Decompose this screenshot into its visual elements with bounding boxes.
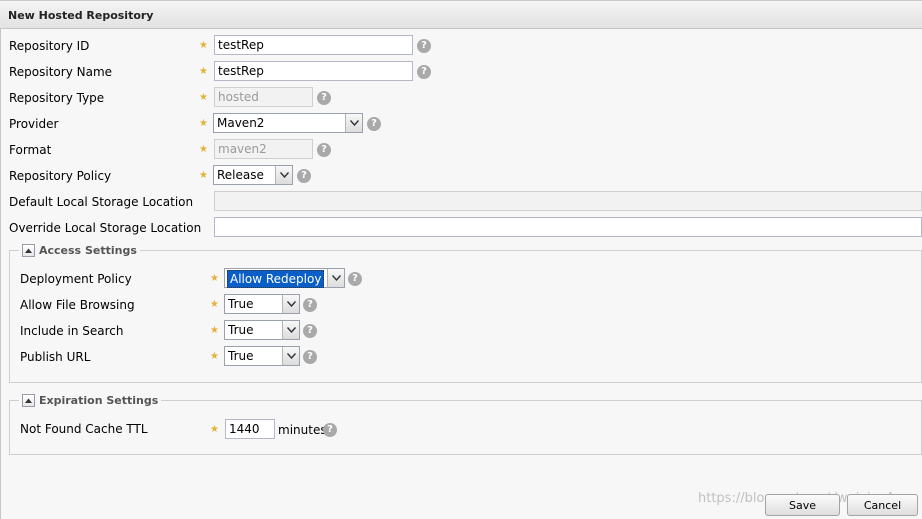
collapse-arrow-icon[interactable]: [22, 243, 35, 257]
format-label: Format: [9, 143, 52, 157]
access-settings-legend[interactable]: Access Settings: [19, 242, 140, 258]
chevron-down-icon[interactable]: [282, 347, 299, 365]
provider-select[interactable]: Maven2: [213, 113, 363, 133]
required-star-icon: ★: [210, 424, 219, 435]
cancel-button[interactable]: Cancel: [847, 494, 918, 516]
allow-file-browsing-select[interactable]: True: [224, 294, 300, 314]
deployment-policy-label: Deployment Policy: [20, 272, 132, 286]
required-star-icon: ★: [199, 92, 208, 103]
deployment-policy-value: Allow Redeploy: [227, 270, 325, 288]
question-mark-icon[interactable]: ?: [348, 272, 362, 286]
repository-id-input[interactable]: [214, 35, 413, 55]
question-mark-icon[interactable]: ?: [303, 298, 317, 312]
override-storage-input[interactable]: [214, 217, 922, 237]
chevron-down-icon[interactable]: [345, 114, 362, 132]
required-star-icon: ★: [199, 118, 208, 129]
minutes-unit-label: minutes: [278, 423, 327, 437]
default-storage-label: Default Local Storage Location: [9, 195, 194, 209]
override-storage-label: Override Local Storage Location: [9, 221, 202, 235]
required-star-icon: ★: [210, 325, 219, 336]
expiration-settings-title: Expiration Settings: [39, 393, 159, 407]
access-settings-title: Access Settings: [39, 243, 137, 257]
publish-url-select[interactable]: True: [224, 346, 300, 366]
question-mark-icon[interactable]: ?: [323, 423, 337, 437]
provider-value: Maven2: [217, 116, 265, 130]
required-star-icon: ★: [199, 170, 208, 181]
allow-file-browsing-label: Allow File Browsing: [20, 298, 135, 312]
not-found-cache-ttl-label: Not Found Cache TTL: [20, 422, 148, 436]
repository-type-input: [214, 87, 313, 107]
question-mark-icon[interactable]: ?: [367, 117, 381, 131]
question-mark-icon[interactable]: ?: [417, 65, 431, 79]
expiration-settings-legend[interactable]: Expiration Settings: [19, 392, 162, 408]
required-star-icon: ★: [210, 351, 219, 362]
publish-url-value: True: [228, 349, 254, 363]
provider-label: Provider: [9, 117, 59, 131]
include-in-search-value: True: [228, 323, 254, 337]
question-mark-icon[interactable]: ?: [317, 143, 331, 157]
repository-id-label: Repository ID: [9, 39, 90, 53]
repository-policy-label: Repository Policy: [9, 169, 112, 183]
save-button[interactable]: Save: [765, 494, 840, 516]
include-in-search-label: Include in Search: [20, 324, 124, 338]
question-mark-icon[interactable]: ?: [317, 91, 331, 105]
question-mark-icon[interactable]: ?: [303, 324, 317, 338]
question-mark-icon[interactable]: ?: [417, 39, 431, 53]
repository-type-label: Repository Type: [9, 91, 105, 105]
chevron-down-icon[interactable]: [327, 269, 344, 287]
allow-file-browsing-value: True: [228, 297, 254, 311]
required-star-icon: ★: [210, 273, 219, 284]
required-star-icon: ★: [199, 40, 208, 51]
include-in-search-select[interactable]: True: [224, 320, 300, 340]
default-storage-input: [214, 191, 922, 211]
required-star-icon: ★: [199, 66, 208, 77]
format-input: [214, 139, 313, 159]
required-star-icon: ★: [199, 144, 208, 155]
repository-policy-value: Release: [217, 168, 264, 182]
not-found-cache-ttl-input[interactable]: [225, 419, 275, 439]
question-mark-icon[interactable]: ?: [297, 169, 311, 183]
chevron-down-icon[interactable]: [275, 166, 292, 184]
question-mark-icon[interactable]: ?: [303, 350, 317, 364]
access-settings-fieldset: [9, 250, 922, 383]
collapse-arrow-icon[interactable]: [22, 393, 35, 407]
repository-name-label: Repository Name: [9, 65, 113, 79]
required-star-icon: ★: [210, 299, 219, 310]
chevron-down-icon[interactable]: [282, 295, 299, 313]
dialog-title: New Hosted Repository: [8, 9, 154, 22]
repository-name-input[interactable]: [214, 61, 413, 81]
dialog-header: New Hosted Repository: [0, 0, 922, 29]
deployment-policy-select[interactable]: Allow Redeploy: [224, 268, 345, 288]
publish-url-label: Publish URL: [20, 350, 91, 364]
chevron-down-icon[interactable]: [282, 321, 299, 339]
repository-policy-select[interactable]: Release: [213, 165, 293, 185]
